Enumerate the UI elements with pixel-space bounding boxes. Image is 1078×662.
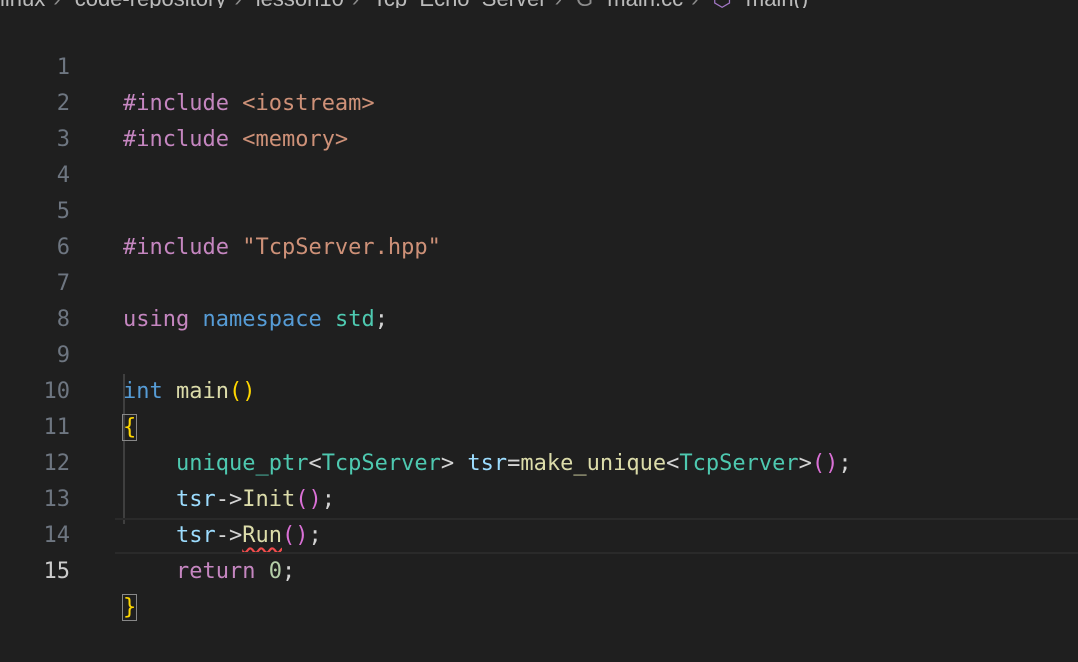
code-text[interactable]: return 0; xyxy=(123,554,295,590)
breadcrumb-item-folder[interactable]: Tcp_Echo_Server xyxy=(373,0,547,8)
breadcrumb-item-symbol[interactable]: main() xyxy=(746,0,808,8)
code-line[interactable]: 2 #include <memory> xyxy=(0,50,1078,152)
breadcrumb-item-file[interactable]: main.cc xyxy=(607,0,683,8)
code-line[interactable]: 11 unique_ptr<TcpServer> tsr=make_unique… xyxy=(0,374,1078,476)
chevron-right-icon: › xyxy=(352,0,359,8)
matching-brace: } xyxy=(121,594,138,621)
code-editor[interactable]: 1 #include <iostream> 2 #include <memory… xyxy=(0,14,1078,621)
code-line[interactable]: 3 xyxy=(0,86,1078,152)
code-line[interactable]: 8 xyxy=(0,266,1078,332)
breadcrumb-item-lesson10[interactable]: lesson10 xyxy=(256,0,344,8)
code-line[interactable]: 10 { xyxy=(0,338,1078,441)
code-text[interactable]: } xyxy=(121,590,138,626)
chevron-right-icon: › xyxy=(555,0,562,8)
code-line[interactable]: 13 tsr->Run(); xyxy=(0,446,1078,548)
code-line[interactable]: 6 xyxy=(0,194,1078,260)
code-line[interactable]: 9 int main() xyxy=(0,302,1078,404)
code-line[interactable]: 12 tsr->Init(); xyxy=(0,410,1078,512)
code-line[interactable]: 7 using namespace std; xyxy=(0,230,1078,332)
code-line[interactable]: 14 return 0; xyxy=(0,482,1078,584)
code-line[interactable]: 4 xyxy=(0,122,1078,188)
line-number-active: 15 xyxy=(43,559,71,584)
breadcrumb-item-code-repository[interactable]: code-repository xyxy=(75,0,227,8)
code-line[interactable]: 1 #include <iostream> xyxy=(0,14,1078,116)
code-line-current[interactable]: 15 } xyxy=(0,518,1078,621)
chevron-right-icon: › xyxy=(691,0,698,8)
chevron-right-icon: › xyxy=(53,0,60,8)
chevron-right-icon: › xyxy=(234,0,241,8)
method-cube-icon: ⬡ xyxy=(713,0,732,8)
breadcrumb: linux › code-repository › lesson10 › Tcp_Ec… xyxy=(0,0,1078,8)
code-line[interactable]: 5 #include "TcpServer.hpp" xyxy=(0,158,1078,260)
cpp-file-icon: G xyxy=(576,0,593,8)
breadcrumb-item-linux[interactable]: linux xyxy=(0,0,45,8)
